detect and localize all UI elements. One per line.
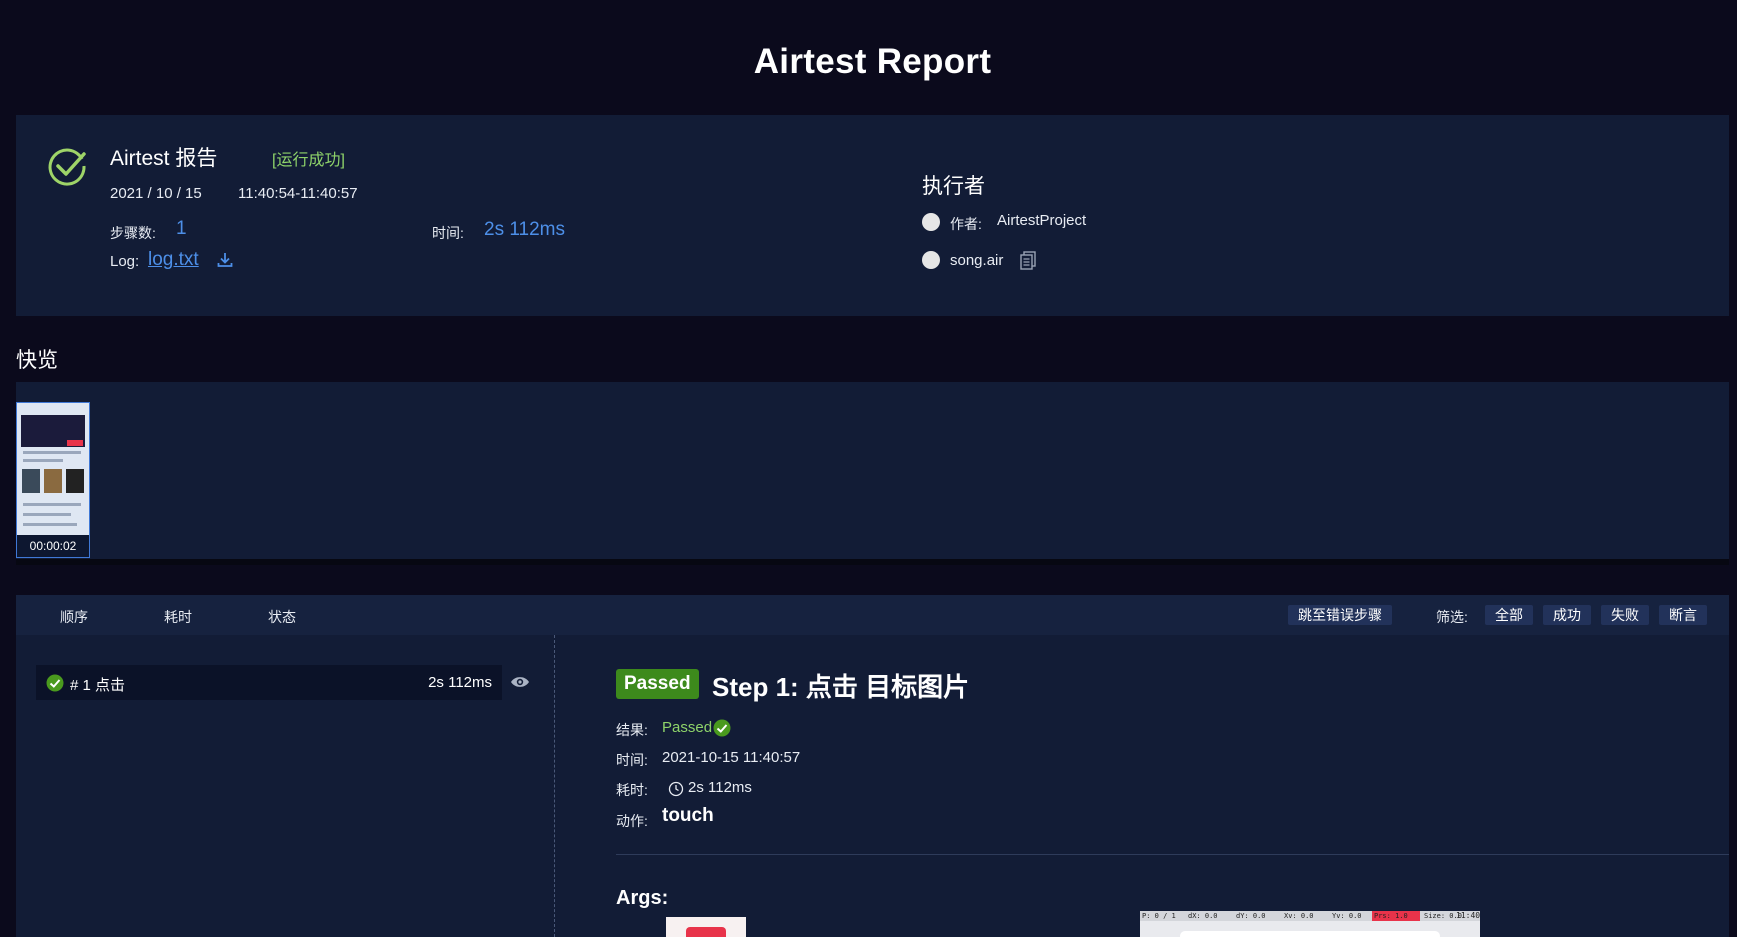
passed-badge: Passed — [616, 669, 699, 699]
sort-status[interactable]: 状态 — [268, 607, 296, 627]
filter-assert-button[interactable]: 断言 — [1659, 605, 1707, 625]
target-image-shape — [686, 927, 726, 937]
author-dot-icon — [922, 213, 940, 231]
overlay-dx: dX: 0.0 — [1188, 912, 1218, 920]
thumbnail-cover — [44, 469, 62, 493]
steps-value: 1 — [176, 218, 187, 239]
author-value: AirtestProject — [997, 212, 1087, 229]
duration-value: 2s 112ms — [688, 779, 752, 796]
clock-icon — [668, 781, 684, 797]
overlay-yv: Yv: 0.0 — [1332, 912, 1362, 920]
target-image[interactable] — [666, 917, 746, 937]
overlay-xv: Xv: 0.0 — [1284, 912, 1314, 920]
overlay-prs: Prs: 1.0 — [1374, 912, 1408, 920]
log-label: Log: — [110, 253, 140, 270]
thumbnail-row — [23, 459, 63, 462]
run-date: 2021 / 10 / 15 — [110, 185, 202, 202]
overlay-p: P: 0 / 1 — [1142, 912, 1176, 920]
screenshot-search-bar — [1180, 931, 1440, 937]
step-duration: 2s 112ms — [428, 674, 492, 691]
eye-icon[interactable] — [510, 675, 530, 689]
steps-label: 步骤数: — [110, 225, 156, 241]
steps-toolbar: 顺序 耗时 状态 跳至错误步骤 筛选: 全部 成功 失败 断言 — [16, 595, 1729, 635]
page-title: Airtest Report — [753, 42, 992, 81]
thumbnail-row — [23, 523, 77, 526]
summary-panel: Airtest 报告 [运行成功] 2021 / 10 / 15 11:40:5… — [16, 115, 1729, 316]
duration-label: 耗时: — [616, 782, 648, 798]
step-row[interactable]: # 1 点击 2s 112ms — [36, 665, 502, 700]
log-link[interactable]: log.txt — [148, 249, 199, 271]
overview-title: 快览 — [16, 349, 58, 372]
action-value: touch — [662, 805, 714, 826]
thumbnail-highlight — [67, 440, 83, 446]
run-time-range: 11:40:54-11:40:57 — [238, 185, 358, 202]
thumbnail-row — [23, 503, 81, 506]
thumbnail-cover — [66, 469, 84, 493]
step-screenshot[interactable]: P: 0 / 1 dX: 0.0 dY: 0.0 Xv: 0.0 Yv: 0.0… — [1140, 911, 1480, 937]
thumbnail-row — [23, 513, 71, 516]
args-title: Args: — [616, 887, 669, 909]
success-check-icon — [48, 148, 86, 186]
passed-check-icon — [46, 674, 64, 692]
filter-success-button[interactable]: 成功 — [1543, 605, 1591, 625]
steps-content: # 1 点击 2s 112ms Passed Step 1: 点击 目标图片 结… — [16, 635, 1729, 937]
result-label: 结果: — [616, 722, 648, 738]
filter-fail-button[interactable]: 失败 — [1601, 605, 1649, 625]
filter-all-button[interactable]: 全部 — [1485, 605, 1533, 625]
overlay-dy: dY: 0.0 — [1236, 912, 1266, 920]
step-label: # 1 点击 — [70, 677, 126, 694]
detail-divider — [616, 854, 1729, 855]
thumbnail-row — [23, 451, 81, 454]
action-label: 动作: — [616, 813, 648, 829]
time-label: 时间: — [616, 752, 648, 768]
report-name: Airtest 报告 — [110, 147, 218, 170]
copy-icon[interactable] — [1019, 250, 1037, 270]
screenshot-thumbnail[interactable]: 00:00:02 — [16, 402, 90, 558]
executor-title: 执行者 — [922, 175, 985, 198]
sort-order[interactable]: 顺序 — [60, 607, 88, 627]
result-check-icon — [713, 719, 731, 737]
duration-label: 时间: — [432, 225, 464, 241]
section-divider — [16, 559, 1729, 565]
column-divider — [554, 635, 555, 937]
run-status: [运行成功] — [272, 152, 345, 169]
jump-error-button[interactable]: 跳至错误步骤 — [1288, 605, 1392, 625]
duration-value: 2s 112ms — [484, 219, 565, 240]
overlay-clock: 11:40 — [1456, 911, 1480, 920]
step-title: Step 1: 点击 目标图片 — [712, 672, 970, 702]
time-value: 2021-10-15 11:40:57 — [662, 749, 801, 766]
overview-strip: 00:00:02 — [16, 382, 1729, 562]
thumbnail-cover — [22, 469, 40, 493]
download-icon[interactable] — [216, 251, 234, 269]
author-label: 作者: — [950, 216, 982, 232]
result-value: Passed — [662, 719, 713, 736]
filter-label: 筛选: — [1436, 609, 1468, 625]
script-dot-icon — [922, 251, 940, 269]
sort-duration[interactable]: 耗时 — [164, 607, 192, 627]
script-name: song.air — [950, 252, 1004, 269]
thumbnail-time: 00:00:02 — [17, 535, 89, 557]
